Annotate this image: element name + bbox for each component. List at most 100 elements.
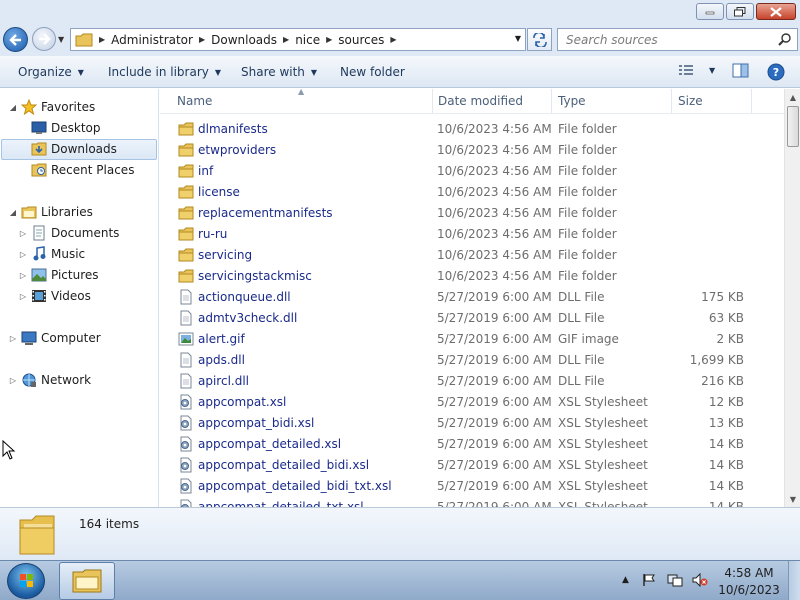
nav-music[interactable]: ▷ Music xyxy=(18,244,85,264)
expand-arrow-icon[interactable]: ▷ xyxy=(8,376,18,385)
breadcrumb-separator[interactable]: ▶ xyxy=(326,35,332,44)
view-options-dropdown[interactable]: ▼ xyxy=(703,66,715,75)
file-row[interactable]: replacementmanifests 10/6/2023 4:56 AM Fil… xyxy=(160,203,784,224)
breadcrumb-item[interactable]: Administrator xyxy=(111,33,193,47)
breadcrumb-item[interactable]: nice xyxy=(295,33,320,47)
file-row[interactable]: actionqueue.dll 5/27/2019 6:00 AM DLL File… xyxy=(160,287,784,308)
network-status-icon[interactable] xyxy=(667,573,683,587)
collapse-arrow-icon[interactable]: ◢ xyxy=(8,208,18,217)
file-row[interactable]: inf 10/6/2023 4:56 AM File folder xyxy=(160,161,784,182)
file-row[interactable]: apds.dll 5/27/2019 6:00 AM DLL File 1,699 K… xyxy=(160,350,784,371)
column-header-name[interactable]: Name xyxy=(177,94,212,108)
file-row[interactable]: appcompat_bidi.xsl 5/27/2019 6:00 AM XSL S… xyxy=(160,413,784,434)
file-row[interactable]: servicing 10/6/2023 4:56 AM File folder xyxy=(160,245,784,266)
command-bar: Organize ▼ Include in library ▼ Share with… xyxy=(0,56,800,88)
share-with-button[interactable]: Share with ▼ xyxy=(241,65,317,79)
address-dropdown[interactable]: ▼ xyxy=(515,34,521,43)
back-button[interactable] xyxy=(3,27,28,52)
expand-arrow-icon[interactable]: ▷ xyxy=(18,229,28,238)
maximize-button[interactable] xyxy=(726,3,754,20)
breadcrumb-separator[interactable]: ▶ xyxy=(283,35,289,44)
action-center-flag-icon[interactable] xyxy=(642,573,656,587)
scrollbar-thumb[interactable] xyxy=(787,106,799,147)
file-date-modified: 5/27/2019 6:00 AM xyxy=(437,374,552,388)
address-bar[interactable]: ▶ Administrator ▶ Downloads ▶ nice ▶ sou… xyxy=(70,28,526,51)
file-row[interactable]: dlmanifests 10/6/2023 4:56 AM File folder xyxy=(160,119,784,140)
nav-pictures[interactable]: ▷ Pictures xyxy=(18,265,99,285)
breadcrumb-separator[interactable]: ▶ xyxy=(199,35,205,44)
nav-documents[interactable]: ▷ Documents xyxy=(18,223,119,243)
file-row[interactable]: admtv3check.dll 5/27/2019 6:00 AM DLL File… xyxy=(160,308,784,329)
nav-videos[interactable]: ▷ Videos xyxy=(18,286,91,306)
file-size: 14 KB xyxy=(708,437,744,451)
file-date-modified: 5/27/2019 6:00 AM xyxy=(437,437,552,451)
file-date-modified: 5/27/2019 6:00 AM xyxy=(437,332,552,346)
file-row[interactable]: appcompat_detailed_bidi.xsl 5/27/2019 6:0… xyxy=(160,455,784,476)
file-row[interactable]: alert.gif 5/27/2019 6:00 AM GIF image 2 KB xyxy=(160,329,784,350)
column-header-size[interactable]: Size xyxy=(678,94,703,108)
nav-favorites[interactable]: ◢ Favorites xyxy=(8,97,95,117)
organize-button[interactable]: Organize ▼ xyxy=(18,65,84,79)
show-hidden-icons-button[interactable]: ▲ xyxy=(622,575,629,585)
breadcrumb-separator[interactable]: ▶ xyxy=(390,35,396,44)
scroll-down-arrow[interactable]: ▼ xyxy=(785,491,800,507)
file-row[interactable]: etwproviders 10/6/2023 4:56 AM File folder xyxy=(160,140,784,161)
nav-computer[interactable]: ▷ Computer xyxy=(8,328,101,348)
folder-icon xyxy=(178,247,194,263)
taskbar-explorer-button[interactable] xyxy=(59,562,115,600)
file-row[interactable]: appcompat.xsl 5/27/2019 6:00 AM XSL Styles… xyxy=(160,392,784,413)
column-divider[interactable] xyxy=(671,89,672,113)
file-row[interactable]: appcompat_detailed.xsl 5/27/2019 6:00 AM X… xyxy=(160,434,784,455)
column-header-date-modified[interactable]: Date modified xyxy=(438,94,523,108)
nav-label: Music xyxy=(51,247,86,261)
vertical-scrollbar[interactable]: ▲ ▼ xyxy=(784,89,800,507)
show-desktop-button[interactable] xyxy=(788,561,800,600)
nav-desktop[interactable]: Desktop xyxy=(18,118,101,138)
search-icon[interactable] xyxy=(778,32,792,46)
file-row[interactable]: ru-ru 10/6/2023 4:56 AM File folder xyxy=(160,224,784,245)
downloads-folder-icon xyxy=(31,141,47,157)
close-button[interactable] xyxy=(756,3,796,20)
minimize-button[interactable] xyxy=(696,3,724,20)
documents-icon xyxy=(31,225,47,241)
expand-arrow-icon[interactable]: ▷ xyxy=(18,271,28,280)
nav-downloads[interactable]: Downloads xyxy=(18,139,117,159)
nav-label: Network xyxy=(41,373,92,387)
column-divider[interactable] xyxy=(432,89,433,113)
column-divider[interactable] xyxy=(551,89,552,113)
system-clock[interactable]: 4:58 AM 10/6/2023 xyxy=(718,565,780,599)
expand-arrow-icon[interactable]: ▷ xyxy=(18,292,28,301)
file-date-modified: 5/27/2019 6:00 AM xyxy=(437,416,552,430)
expand-arrow-icon[interactable]: ▷ xyxy=(18,250,28,259)
breadcrumb-item[interactable]: sources xyxy=(338,33,384,47)
file-row[interactable]: apircl.dll 5/27/2019 6:00 AM DLL File 216 K… xyxy=(160,371,784,392)
folder-icon xyxy=(178,268,194,284)
nav-libraries[interactable]: ◢ Libraries xyxy=(8,202,93,222)
volume-muted-icon[interactable] xyxy=(692,573,708,587)
collapse-arrow-icon[interactable]: ◢ xyxy=(8,103,18,112)
forward-arrow-icon xyxy=(39,33,51,45)
forward-button[interactable] xyxy=(32,27,56,51)
nav-recent-places[interactable]: Recent Places xyxy=(18,160,134,180)
breadcrumb-separator[interactable]: ▶ xyxy=(99,35,105,44)
nav-network[interactable]: ▷ Network xyxy=(8,370,91,390)
preview-pane-button[interactable] xyxy=(732,63,749,81)
scroll-up-arrow[interactable]: ▲ xyxy=(785,89,800,105)
column-header-type[interactable]: Type xyxy=(558,94,586,108)
search-input[interactable] xyxy=(558,29,758,50)
file-date-modified: 10/6/2023 4:56 AM xyxy=(437,185,552,199)
breadcrumb-item[interactable]: Downloads xyxy=(211,33,277,47)
column-divider[interactable] xyxy=(751,89,752,113)
start-button[interactable] xyxy=(7,563,45,599)
refresh-button[interactable] xyxy=(527,28,552,51)
help-button[interactable]: ? xyxy=(767,63,785,84)
include-in-library-button[interactable]: Include in library ▼ xyxy=(108,65,221,79)
file-row[interactable]: servicingstackmisc 10/6/2023 4:56 AM File … xyxy=(160,266,784,287)
expand-arrow-icon[interactable]: ▷ xyxy=(8,334,18,343)
file-row[interactable]: appcompat_detailed_txt.xsl 5/27/2019 6:00… xyxy=(160,497,784,507)
change-view-button[interactable] xyxy=(678,63,694,80)
recent-pages-dropdown[interactable]: ▼ xyxy=(58,35,64,44)
file-row[interactable]: appcompat_detailed_bidi_txt.xsl 5/27/2019… xyxy=(160,476,784,497)
file-row[interactable]: license 10/6/2023 4:56 AM File folder xyxy=(160,182,784,203)
new-folder-button[interactable]: New folder xyxy=(340,65,405,79)
